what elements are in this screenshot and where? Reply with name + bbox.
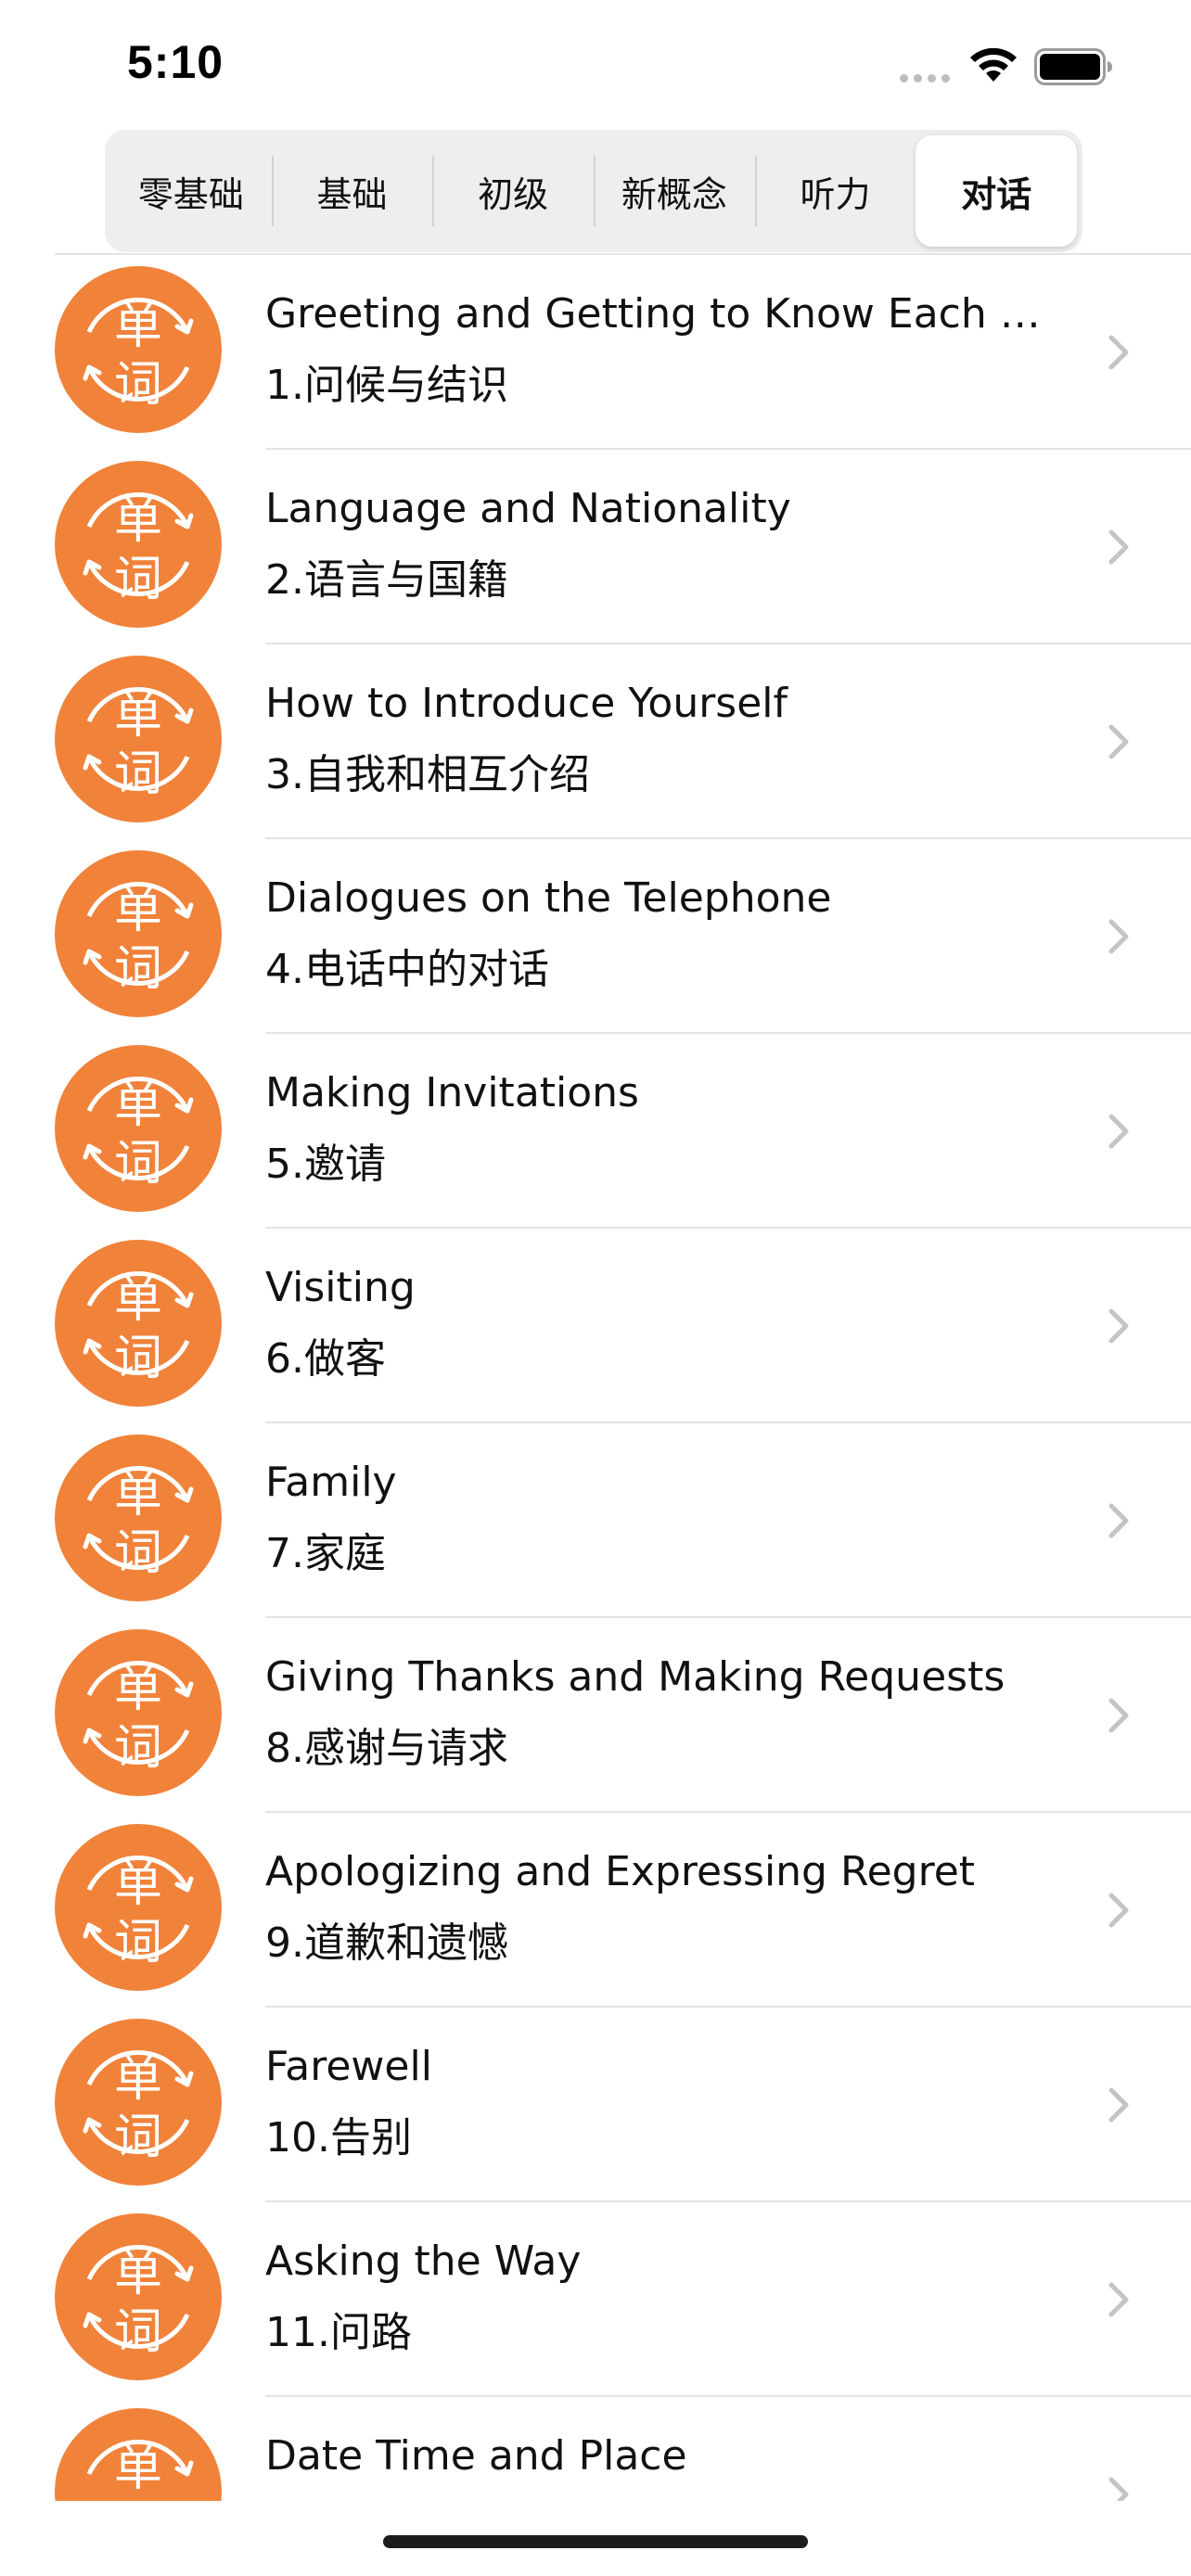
icon-glyph-top: 单 [114, 1857, 162, 1913]
lesson-title: Language and Nationality [265, 485, 791, 532]
lesson-title: How to Introduce Yourself [265, 680, 788, 727]
icon-glyph-bottom: 词 [114, 2110, 162, 2165]
vocabulary-badge-icon: 单词 [55, 266, 222, 433]
lesson-title: Greeting and Getting to Know Each ot... [265, 290, 1063, 338]
lesson-list[interactable]: 单词 Greeting and Getting to Know Each ot..… [0, 255, 1191, 2501]
vocabulary-badge-icon: 单词 [55, 656, 222, 823]
vocabulary-badge-icon: 单词 [55, 1824, 222, 1991]
wifi-icon [970, 47, 1017, 82]
lesson-subtitle: 8.感谢与请求 [265, 1725, 508, 1772]
chevron-right-icon [1108, 919, 1129, 954]
lesson-title: Asking the Way [265, 2238, 582, 2285]
icon-glyph-top: 单 [114, 2442, 162, 2497]
icon-glyph-top: 单 [114, 494, 162, 550]
lesson-row[interactable]: 单词 Date Time and Place 12.日期时间和地点 [0, 2397, 1191, 2501]
lesson-title: Apologizing and Expressing Regret [265, 1848, 976, 1895]
icon-glyph-bottom: 词 [114, 746, 162, 802]
vocabulary-badge-icon: 单词 [55, 461, 222, 628]
icon-glyph-bottom: 词 [114, 1915, 162, 1970]
lesson-title: Giving Thanks and Making Requests [265, 1653, 1005, 1701]
chevron-right-icon [1108, 529, 1129, 565]
lesson-subtitle: 5.邀请 [265, 1141, 386, 1188]
status-bar: 5:10 [0, 0, 1191, 130]
tab-5[interactable]: 对话 [916, 135, 1078, 247]
icon-glyph-bottom: 词 [114, 1720, 162, 1776]
tab-3[interactable]: 新概念 [594, 135, 755, 247]
lesson-row[interactable]: 单词 Dialogues on the Telephone 4.电话中的对话 [0, 839, 1191, 1034]
vocabulary-badge-icon: 单词 [55, 1629, 222, 1796]
lesson-row[interactable]: 单词 Visiting 6.做客 [0, 1229, 1191, 1423]
category-segmented-control: 零基础 基础 初级 新概念 听力 对话 [105, 130, 1082, 252]
lesson-row[interactable]: 单词 Farewell 10.告别 [0, 2008, 1191, 2202]
tab-4[interactable]: 听力 [754, 135, 916, 247]
icon-glyph-top: 单 [114, 300, 162, 355]
icon-glyph-bottom: 词 [114, 941, 162, 997]
lesson-subtitle: 4.电话中的对话 [265, 946, 549, 993]
home-indicator[interactable] [383, 2535, 808, 2548]
vocabulary-badge-icon: 单词 [55, 850, 222, 1017]
lesson-row[interactable]: 单词 Greeting and Getting to Know Each ot..… [0, 255, 1191, 450]
icon-glyph-bottom: 词 [114, 1136, 162, 1192]
icon-glyph-bottom: 词 [114, 2499, 162, 2501]
lesson-subtitle: 10.告别 [265, 2114, 412, 2162]
lesson-row[interactable]: 单词 Giving Thanks and Making Requests 8.感谢与… [0, 1618, 1191, 1813]
lesson-row[interactable]: 单词 Making Invitations 5.邀请 [0, 1034, 1191, 1229]
chevron-right-icon [1108, 1893, 1129, 1928]
lesson-title: Making Invitations [265, 1069, 639, 1116]
status-time: 5:10 [127, 36, 224, 88]
icon-glyph-bottom: 词 [114, 552, 162, 607]
chevron-right-icon [1108, 2087, 1129, 2123]
tab-0[interactable]: 零基础 [110, 135, 272, 247]
lesson-title: Farewell [265, 2043, 432, 2090]
lesson-subtitle: 6.做客 [265, 1335, 386, 1383]
tab-1[interactable]: 基础 [271, 135, 433, 247]
icon-glyph-top: 单 [114, 1078, 162, 1134]
chevron-right-icon [1108, 1308, 1129, 1344]
vocabulary-badge-icon: 单词 [55, 2019, 222, 2186]
icon-glyph-top: 单 [114, 2052, 162, 2108]
lesson-subtitle: 7.家庭 [265, 1530, 386, 1577]
icon-glyph-bottom: 词 [114, 357, 162, 413]
lesson-row[interactable]: 单词 Family 7.家庭 [0, 1423, 1191, 1618]
icon-glyph-bottom: 词 [114, 1525, 162, 1581]
icon-glyph-bottom: 词 [114, 1331, 162, 1386]
chevron-right-icon [1108, 1503, 1129, 1538]
chevron-right-icon [1108, 2282, 1129, 2317]
vocabulary-badge-icon: 单词 [55, 1435, 222, 1601]
lesson-title: Visiting [265, 1264, 416, 1311]
vocabulary-badge-icon: 单词 [55, 1240, 222, 1407]
icon-glyph-top: 单 [114, 884, 162, 939]
lesson-row[interactable]: 单词 Apologizing and Expressing Regret 9.道歉和… [0, 1813, 1191, 2008]
chevron-right-icon [1108, 1698, 1129, 1733]
lesson-row[interactable]: 单词 Language and Nationality 2.语言与国籍 [0, 450, 1191, 644]
vocabulary-badge-icon: 单词 [55, 2408, 222, 2501]
lesson-subtitle: 3.自我和相互介绍 [265, 751, 590, 798]
chevron-right-icon [1108, 724, 1129, 759]
chevron-right-icon [1108, 1114, 1129, 1149]
lesson-row[interactable]: 单词 Asking the Way 11.问路 [0, 2202, 1191, 2397]
vocabulary-badge-icon: 单词 [55, 2213, 222, 2380]
icon-glyph-top: 单 [114, 1468, 162, 1524]
lesson-subtitle: 1.问候与结识 [265, 362, 508, 409]
lesson-subtitle: 11.问路 [265, 2309, 412, 2356]
chevron-right-icon [1108, 335, 1129, 370]
battery-icon [1034, 48, 1112, 85]
tab-2[interactable]: 初级 [432, 135, 594, 247]
lesson-row[interactable]: 单词 How to Introduce Yourself 3.自我和相互介绍 [0, 644, 1191, 839]
cellular-signal-icon [900, 74, 955, 83]
icon-glyph-top: 单 [114, 689, 162, 745]
lesson-title: Family [265, 1459, 397, 1506]
lesson-subtitle: 12.日期时间和地点 [265, 2493, 1063, 2501]
lesson-subtitle: 9.道歉和遗憾 [265, 1919, 508, 1967]
chevron-right-icon [1108, 2477, 1129, 2501]
icon-glyph-top: 单 [114, 2247, 162, 2302]
vocabulary-badge-icon: 单词 [55, 1045, 222, 1212]
lesson-title: Dialogues on the Telephone [265, 874, 832, 922]
lesson-subtitle: 2.语言与国籍 [265, 556, 508, 604]
icon-glyph-top: 单 [114, 1273, 162, 1329]
icon-glyph-top: 单 [114, 1663, 162, 1718]
icon-glyph-bottom: 词 [114, 2304, 162, 2360]
lesson-title: Date Time and Place [265, 2432, 687, 2480]
